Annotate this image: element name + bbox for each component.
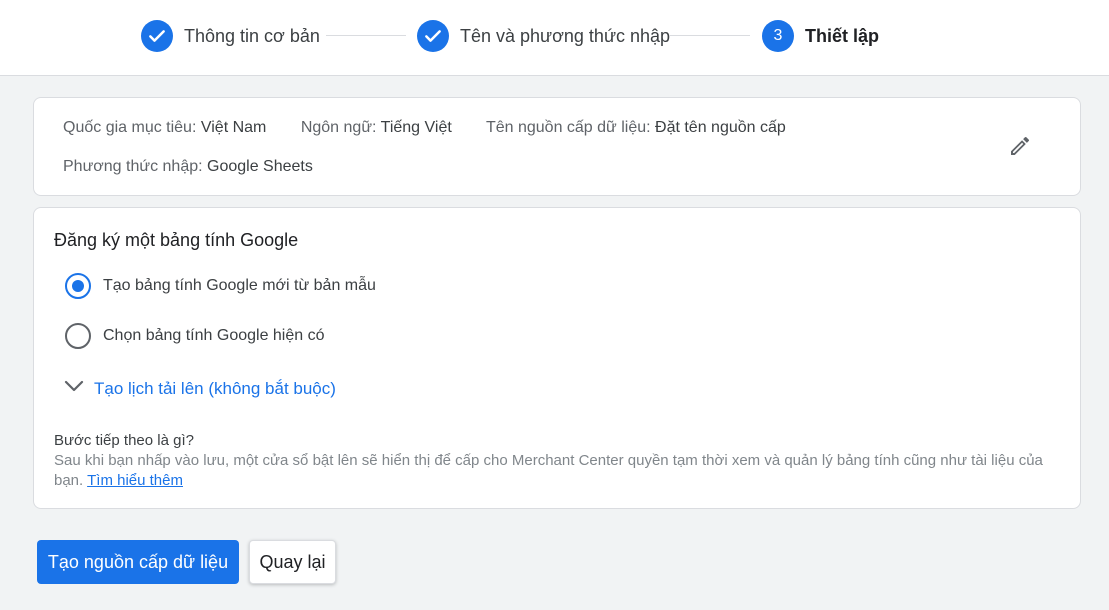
radio-option-new-template[interactable]: Tạo bảng tính Google mới từ bản mẫu bbox=[65, 273, 376, 299]
pencil-icon bbox=[1008, 134, 1032, 163]
next-step-title: Bước tiếp theo là gì? bbox=[54, 432, 194, 449]
edit-button[interactable] bbox=[1006, 134, 1034, 162]
language-label: Ngôn ngữ: bbox=[300, 119, 377, 136]
input-method: Phương thức nhập: Google Sheets bbox=[63, 158, 313, 175]
step-label: Thông tin cơ bản bbox=[184, 25, 320, 46]
radio-label: Tạo bảng tính Google mới từ bản mẫu bbox=[103, 277, 376, 294]
step-name-method[interactable]: Tên và phương thức nhập bbox=[417, 20, 670, 52]
feed-name-value: Đặt tên nguồn cấp bbox=[655, 119, 786, 136]
step-setup[interactable]: 3 Thiết lập bbox=[762, 20, 879, 52]
radio-unchecked-icon[interactable] bbox=[65, 323, 91, 349]
section-title: Đăng ký một bảng tính Google bbox=[54, 230, 299, 250]
step-number-badge: 3 bbox=[762, 20, 794, 52]
learn-more-link[interactable]: Tìm hiểu thêm bbox=[87, 472, 183, 489]
step-connector bbox=[326, 35, 406, 36]
step-connector bbox=[670, 35, 750, 36]
target-country-value: Việt Nam bbox=[200, 119, 267, 136]
chevron-down-icon bbox=[62, 374, 86, 403]
feed-name: Tên nguồn cấp dữ liệu: Đặt tên nguồn cấp bbox=[486, 119, 786, 136]
input-method-label: Phương thức nhập: bbox=[63, 158, 203, 175]
language: Ngôn ngữ: Tiếng Việt bbox=[301, 119, 452, 136]
back-button[interactable]: Quay lại bbox=[249, 540, 336, 584]
step-label: Thiết lập bbox=[805, 25, 880, 46]
summary-row-1: Quốc gia mục tiêu: Việt Nam Ngôn ngữ: Ti… bbox=[63, 119, 816, 137]
check-icon bbox=[417, 20, 449, 52]
step-label: Tên và phương thức nhập bbox=[460, 25, 671, 46]
next-step-text: Sau khi bạn nhấp vào lưu, một cửa sổ bật… bbox=[54, 452, 1043, 489]
upload-schedule-toggle[interactable]: Tạo lịch tải lên (không bắt buộc) bbox=[62, 374, 336, 403]
radio-checked-icon[interactable] bbox=[65, 273, 91, 299]
step-basic-info[interactable]: Thông tin cơ bản bbox=[141, 20, 320, 52]
input-method-value: Google Sheets bbox=[207, 158, 313, 175]
summary-row-2: Phương thức nhập: Google Sheets bbox=[63, 158, 313, 176]
next-step-description: Sau khi bạn nhấp vào lưu, một cửa sổ bật… bbox=[54, 451, 1064, 491]
target-country: Quốc gia mục tiêu: Việt Nam bbox=[63, 119, 266, 136]
radio-option-existing[interactable]: Chọn bảng tính Google hiện có bbox=[65, 323, 325, 349]
radio-label: Chọn bảng tính Google hiện có bbox=[103, 327, 325, 344]
upload-schedule-label: Tạo lịch tải lên (không bắt buộc) bbox=[94, 378, 336, 398]
create-feed-button[interactable]: Tạo nguồn cấp dữ liệu bbox=[37, 540, 239, 584]
check-icon bbox=[141, 20, 173, 52]
feed-name-label: Tên nguồn cấp dữ liệu: bbox=[485, 119, 651, 136]
summary-card: Quốc gia mục tiêu: Việt Nam Ngôn ngữ: Ti… bbox=[33, 97, 1081, 196]
target-country-label: Quốc gia mục tiêu: bbox=[63, 119, 197, 136]
language-value: Tiếng Việt bbox=[380, 119, 452, 136]
stepper: Thông tin cơ bản Tên và phương thức nhập… bbox=[0, 0, 1109, 76]
register-spreadsheet-card: Đăng ký một bảng tính Google Tạo bảng tí… bbox=[33, 207, 1081, 509]
